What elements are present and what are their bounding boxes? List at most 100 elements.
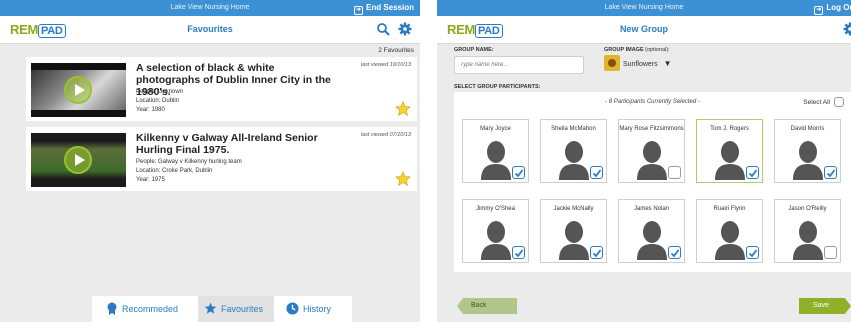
- search-icon[interactable]: [376, 22, 390, 36]
- participant-checkbox[interactable]: [746, 166, 759, 179]
- play-icon[interactable]: [64, 146, 92, 174]
- gear-icon[interactable]: [398, 22, 412, 36]
- group-image-select[interactable]: Sunflowers ▼: [604, 55, 672, 71]
- participant-name: Mary Joyce: [480, 126, 511, 132]
- star-icon[interactable]: [395, 171, 411, 187]
- favourites-count: 2 Favourites: [378, 47, 414, 54]
- participant-checkbox[interactable]: [746, 246, 759, 259]
- participant-checkbox[interactable]: [512, 246, 525, 259]
- avatar-silhouette-icon: [637, 221, 667, 260]
- star-icon: [204, 302, 217, 314]
- favourite-item[interactable]: Kilkenny v Galway All-Ireland Senior Hur…: [26, 127, 417, 191]
- participant-name: Tom J. Rogers: [710, 126, 749, 132]
- participant-checkbox[interactable]: [668, 246, 681, 259]
- checkmark-icon: [670, 249, 680, 258]
- select-all[interactable]: Select All: [803, 97, 844, 107]
- group-name-label: GROUP NAME:: [454, 47, 494, 53]
- log-out-button[interactable]: ➜Log Out: [814, 0, 851, 16]
- participant-card[interactable]: David Morris: [774, 119, 841, 183]
- checkmark-icon: [748, 169, 758, 178]
- participant-name: Jackie McNally: [553, 206, 594, 212]
- page-title: New Group: [619, 24, 668, 34]
- participant-card[interactable]: Jackie McNally: [540, 199, 607, 263]
- item-location: Location: Dublin: [136, 98, 180, 104]
- clock-icon: [286, 302, 299, 315]
- participant-card[interactable]: Sheila McMahon: [540, 119, 607, 183]
- tab-bar: Recommeded Favourites History: [92, 296, 352, 322]
- last-viewed: last viewed 19/10/13: [360, 62, 411, 68]
- participant-card[interactable]: Mary Joyce: [462, 119, 529, 183]
- sunflower-thumbnail: [604, 55, 620, 71]
- exit-icon: ➜: [353, 6, 363, 15]
- item-people: People: Unknown: [136, 89, 184, 95]
- participant-name: David Morris: [790, 126, 825, 132]
- participants-label: SELECT GROUP PARTICIPANTS:: [454, 84, 541, 90]
- nav-bar: REM PAD New Group: [437, 16, 851, 44]
- item-location: Location: Croke Park, Dublin: [136, 168, 213, 174]
- avatar-silhouette-icon: [715, 221, 745, 260]
- participant-name: James Nolan: [633, 206, 669, 212]
- participant-name: Jimmy O'Shea: [476, 206, 515, 212]
- ribbon-icon: [107, 302, 117, 315]
- selected-count: - 8 Participants Currently Selected -: [605, 99, 700, 105]
- last-viewed: last viewed 07/10/13: [360, 132, 411, 138]
- participant-name: Mary Rose Fitzsimmons: [619, 126, 684, 132]
- avatar-silhouette-icon: [637, 141, 667, 180]
- exit-icon: ➜: [814, 6, 824, 15]
- participant-checkbox[interactable]: [824, 246, 837, 259]
- avatar-silhouette-icon: [793, 221, 823, 260]
- participant-checkbox[interactable]: [590, 246, 603, 259]
- avatar-silhouette-icon: [793, 141, 823, 180]
- participant-card[interactable]: Jason O'Reilly: [774, 199, 841, 263]
- avatar-silhouette-icon: [481, 221, 511, 260]
- facility-name: Lake View Nursing Home: [604, 4, 684, 11]
- participant-name: Sheila McMahon: [551, 126, 596, 132]
- facility-name: Lake View Nursing Home: [170, 4, 250, 11]
- participant-card[interactable]: Ruairi Flynn: [696, 199, 763, 263]
- group-name-input[interactable]: [454, 56, 584, 74]
- participant-card[interactable]: James Nolan: [618, 199, 685, 263]
- gear-icon[interactable]: [843, 22, 851, 36]
- favourite-item[interactable]: A selection of black & white photographs…: [26, 57, 417, 121]
- item-people: People: Galway v Kilkenny hurling team: [136, 159, 242, 165]
- checkmark-icon: [514, 249, 524, 258]
- participant-card[interactable]: Jimmy O'Shea: [462, 199, 529, 263]
- avatar-silhouette-icon: [715, 141, 745, 180]
- tab-history[interactable]: History: [282, 296, 352, 322]
- favourites-screen: Lake View Nursing Home ➜ End Session REM P…: [0, 0, 420, 322]
- status-bar: Lake View Nursing Home ➜Log Out: [437, 0, 851, 16]
- item-year: Year: 1975: [136, 177, 165, 183]
- avatar-silhouette-icon: [559, 141, 589, 180]
- group-image-label: GROUP IMAGE (optional):: [604, 47, 670, 53]
- save-button[interactable]: Save: [799, 298, 851, 314]
- item-title: Kilkenny v Galway All-Ireland Senior Hur…: [136, 132, 318, 156]
- back-button[interactable]: Back: [457, 298, 517, 314]
- participant-name: Jason O'Reilly: [788, 206, 827, 212]
- video-thumbnail[interactable]: [31, 133, 126, 187]
- participant-checkbox[interactable]: [590, 166, 603, 179]
- tab-favourites[interactable]: Favourites: [198, 296, 274, 322]
- tab-recommended[interactable]: Recommeded: [106, 296, 198, 322]
- status-bar: Lake View Nursing Home ➜ End Session: [0, 0, 420, 16]
- avatar-silhouette-icon: [559, 221, 589, 260]
- star-icon[interactable]: [395, 101, 411, 117]
- participant-checkbox[interactable]: [824, 166, 837, 179]
- checkmark-icon: [514, 169, 524, 178]
- participants-panel: - 8 Participants Currently Selected - Se…: [454, 92, 851, 272]
- participant-checkbox[interactable]: [668, 166, 681, 179]
- checkmark-icon: [826, 169, 836, 178]
- item-year: Year: 1980: [136, 107, 165, 113]
- video-thumbnail[interactable]: [31, 63, 126, 117]
- participant-checkbox[interactable]: [512, 166, 525, 179]
- nav-bar: REM PAD Favourites: [0, 16, 420, 44]
- play-icon[interactable]: [64, 76, 92, 104]
- participant-name: Ruairi Flynn: [713, 206, 746, 212]
- checkmark-icon: [592, 169, 602, 178]
- participant-card[interactable]: Mary Rose Fitzsimmons: [618, 119, 685, 183]
- dropdown-arrow-icon: ▼: [663, 59, 672, 68]
- checkmark-icon: [592, 249, 602, 258]
- new-group-screen: Lake View Nursing Home ➜Log Out REMPAD N…: [437, 0, 851, 322]
- end-session-button[interactable]: ➜ End Session: [353, 0, 414, 16]
- participant-card[interactable]: Tom J. Rogers: [696, 119, 763, 183]
- select-all-checkbox[interactable]: [834, 97, 844, 107]
